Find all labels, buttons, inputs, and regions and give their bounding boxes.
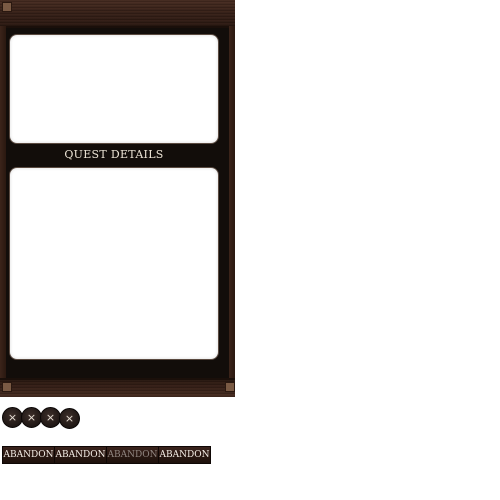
close-button[interactable]: × <box>59 408 80 429</box>
close-icon: × <box>45 411 56 424</box>
window-left-frame <box>0 26 6 378</box>
abandon-button[interactable]: ABANDON <box>54 446 107 464</box>
close-button[interactable]: × <box>2 407 23 428</box>
quest-details-title: QUEST DETAILS <box>64 148 164 161</box>
quest-details-panel[interactable] <box>10 168 218 359</box>
resize-handle[interactable] <box>225 382 235 392</box>
window-bottom-frame <box>0 378 235 397</box>
window-right-frame <box>229 26 235 378</box>
close-icon: × <box>7 411 18 424</box>
close-icon: × <box>64 412 75 425</box>
window-top-frame[interactable] <box>0 0 235 28</box>
close-icon: × <box>26 411 37 424</box>
abandon-button-disabled: ABANDON <box>106 446 159 464</box>
abandon-button[interactable]: ABANDON <box>2 446 55 464</box>
quest-log-window: QUEST DETAILS <box>0 0 235 397</box>
quest-list-panel[interactable] <box>10 35 218 143</box>
close-button[interactable]: × <box>21 407 42 428</box>
abandon-button[interactable]: ABANDON <box>158 446 211 464</box>
corner-rivet-icon <box>2 2 12 12</box>
close-button[interactable]: × <box>40 407 61 428</box>
corner-rivet-icon <box>2 382 12 392</box>
